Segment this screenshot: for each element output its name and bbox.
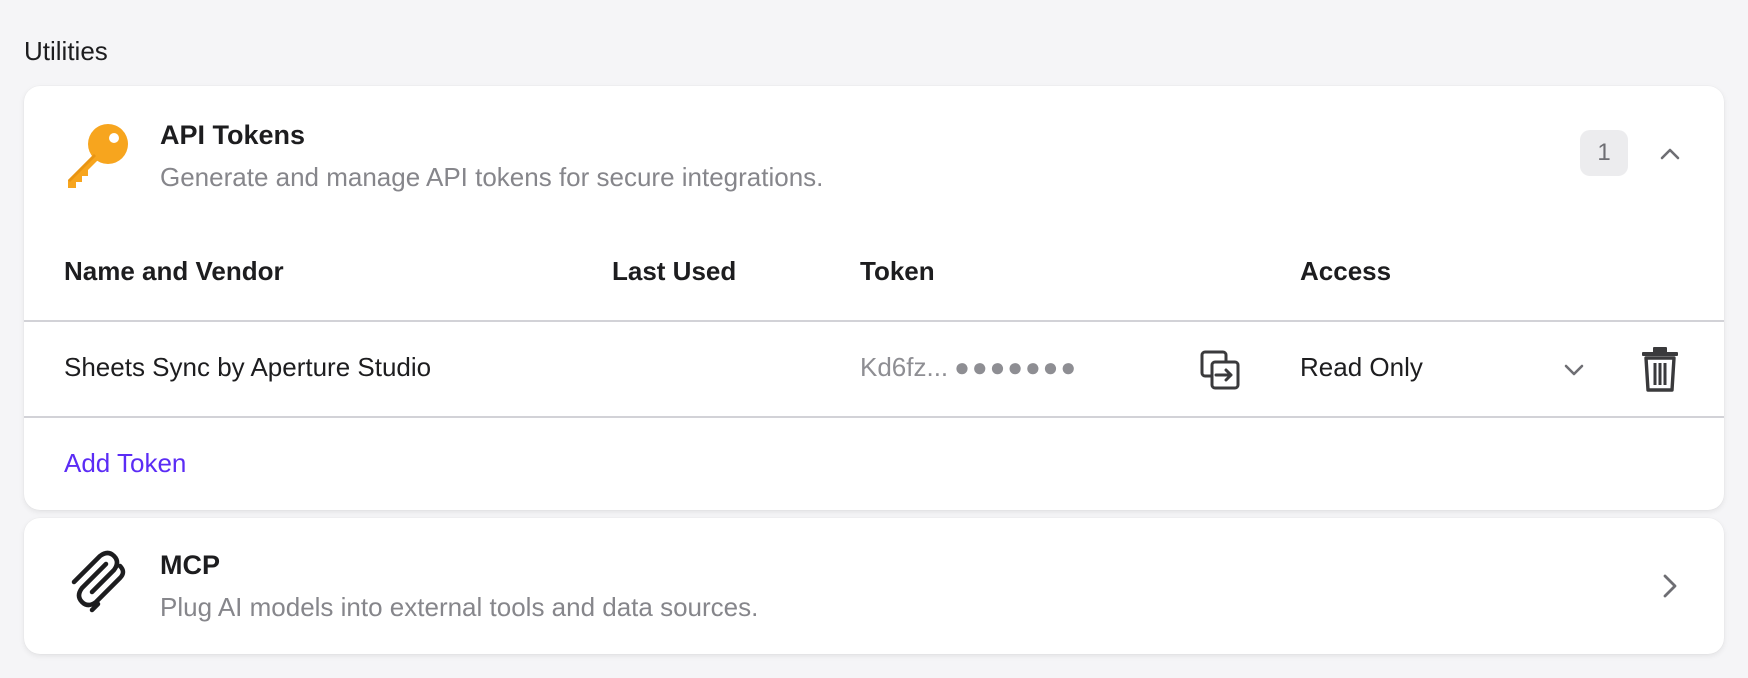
utilities-page: Utilities API Tokens Generate and manage… (0, 0, 1748, 678)
tokens-table-header: Name and Vendor Last Used Token Access (24, 226, 1724, 322)
copy-token-icon[interactable] (1198, 348, 1242, 392)
trash-icon[interactable] (1640, 346, 1680, 392)
token-value: Kd6fz... ●●●●●●● (860, 352, 1078, 383)
add-token-row: Add Token (24, 418, 1724, 510)
add-token-link[interactable]: Add Token (64, 448, 186, 479)
mcp-card[interactable]: MCP Plug AI models into external tools a… (24, 518, 1724, 654)
api-tokens-description: Generate and manage API tokens for secur… (160, 162, 824, 192)
access-select[interactable]: Read Only (1300, 344, 1590, 396)
column-header-token: Token (860, 256, 935, 286)
token-count-badge: 1 (1580, 130, 1628, 176)
token-mask: ●●●●●●● (954, 352, 1079, 382)
chevron-up-icon (1660, 148, 1680, 160)
api-tokens-header[interactable]: API Tokens Generate and manage API token… (24, 86, 1724, 226)
access-value: Read Only (1300, 352, 1423, 382)
api-tokens-card: API Tokens Generate and manage API token… (24, 86, 1724, 510)
api-tokens-title: API Tokens (160, 120, 306, 150)
table-row: Sheets Sync by Aperture Studio Kd6fz... ●… (24, 322, 1724, 418)
column-header-access: Access (1300, 256, 1392, 286)
token-prefix: Kd6fz... (860, 352, 949, 382)
column-header-last-used: Last Used (612, 256, 737, 286)
section-title: Utilities (24, 36, 108, 66)
mcp-icon (71, 550, 126, 613)
mcp-title: MCP (160, 550, 220, 580)
mcp-description: Plug AI models into external tools and d… (160, 592, 759, 622)
column-header-name: Name and Vendor (64, 256, 284, 286)
chevron-down-icon (1564, 364, 1584, 376)
chevron-right-icon[interactable] (1650, 566, 1690, 606)
token-name: Sheets Sync by Aperture Studio (64, 352, 432, 382)
key-icon (68, 124, 128, 188)
collapse-button[interactable] (1650, 134, 1690, 174)
